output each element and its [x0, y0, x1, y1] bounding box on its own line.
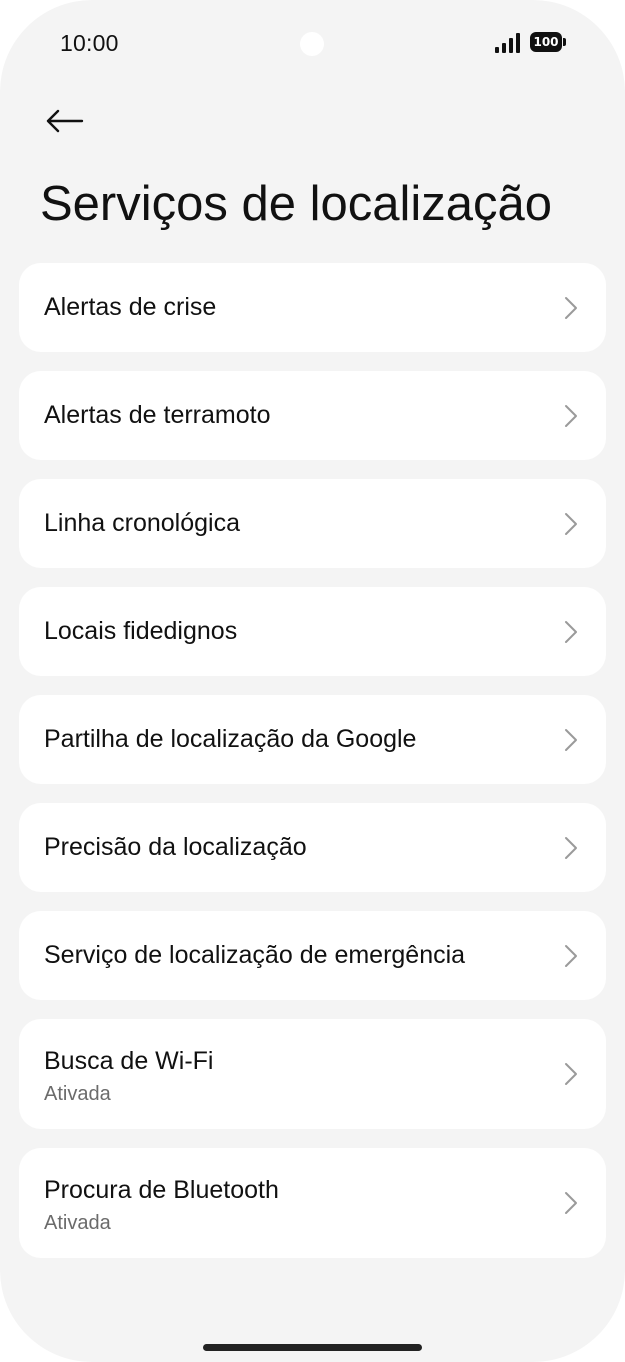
setting-item-wifi-scanning[interactable]: Busca de Wi-Fi Ativada — [19, 1019, 606, 1129]
setting-item-emergency-location-service[interactable]: Serviço de localização de emergência — [19, 911, 606, 1000]
setting-item-label: Partilha de localização da Google — [44, 725, 417, 753]
setting-item-label: Procura de Bluetooth — [44, 1176, 279, 1204]
setting-item-label: Alertas de crise — [44, 293, 217, 321]
setting-item-status: Ativada — [44, 1212, 111, 1234]
chevron-right-icon — [565, 512, 577, 535]
chevron-right-icon — [565, 1192, 577, 1214]
chevron-right-icon — [565, 1063, 577, 1085]
chevron-right-icon — [565, 944, 577, 967]
setting-item-timeline[interactable]: Linha cronológica — [19, 479, 606, 568]
page-title: Serviços de localização — [40, 177, 553, 231]
chevron-right-icon — [565, 404, 577, 427]
signal-bars-icon — [495, 33, 521, 53]
setting-item-location-accuracy[interactable]: Precisão da localização — [19, 803, 606, 892]
setting-item-status: Ativada — [44, 1083, 111, 1105]
setting-item-bluetooth-scanning[interactable]: Procura de Bluetooth Ativada — [19, 1148, 606, 1258]
chevron-right-icon — [565, 836, 577, 859]
phone-screen: 10:00 100 Serviços de localização Alerta… — [0, 0, 625, 1362]
setting-item-label: Precisão da localização — [44, 833, 307, 861]
setting-item-label: Linha cronológica — [44, 509, 240, 537]
status-time: 10:00 — [60, 30, 119, 56]
setting-item-label: Busca de Wi-Fi — [44, 1047, 214, 1075]
setting-item-trusted-places[interactable]: Locais fidedignos — [19, 587, 606, 676]
setting-item-earthquake-alerts[interactable]: Alertas de terramoto — [19, 371, 606, 460]
settings-list: Alertas de crise Alertas de terramoto Li… — [19, 263, 606, 1277]
chevron-right-icon — [565, 296, 577, 319]
home-indicator[interactable] — [203, 1344, 422, 1351]
chevron-right-icon — [565, 728, 577, 751]
arrow-left-icon — [46, 109, 84, 133]
setting-item-label: Locais fidedignos — [44, 617, 238, 645]
status-bar: 10:00 100 — [0, 0, 625, 88]
chevron-right-icon — [565, 620, 577, 643]
setting-item-label: Serviço de localização de emergência — [44, 941, 466, 969]
setting-item-label: Alertas de terramoto — [44, 401, 271, 429]
back-button[interactable] — [40, 100, 88, 142]
camera-cutout — [300, 32, 324, 56]
setting-item-google-location-sharing[interactable]: Partilha de localização da Google — [19, 695, 606, 784]
battery-icon: 100 — [530, 32, 566, 52]
setting-item-crisis-alerts[interactable]: Alertas de crise — [19, 263, 606, 352]
